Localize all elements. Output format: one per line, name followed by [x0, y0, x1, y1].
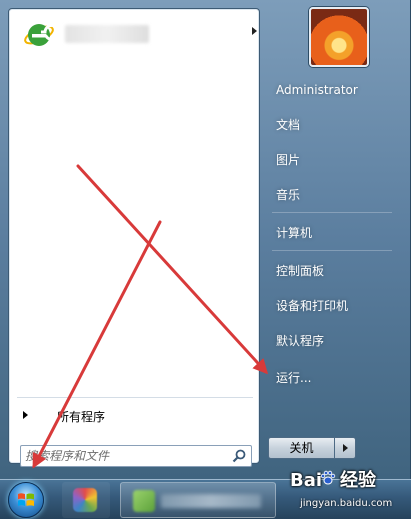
- watermark-site: jingyan.baidu.com: [300, 498, 393, 509]
- user-name-item[interactable]: Administrator: [268, 77, 398, 103]
- app-label-blurred: [161, 494, 261, 508]
- right-item-label: 文档: [276, 118, 301, 132]
- start-menu: 所有程序 Administrator 文档 图片 音乐 计算机 控制面板 设备和…: [0, 0, 411, 479]
- search-icon[interactable]: [231, 448, 247, 464]
- user-picture[interactable]: [309, 7, 369, 67]
- all-programs-label: 所有程序: [57, 410, 106, 424]
- watermark-logo-text: Bai: [290, 470, 323, 491]
- programs-pane: 所有程序: [8, 8, 260, 467]
- run-item[interactable]: 运行...: [268, 365, 398, 391]
- watermark-logo: Bai 经验: [290, 466, 408, 496]
- taskbar-app-button-active[interactable]: [120, 482, 276, 518]
- watermark-logo-text: 经验: [340, 470, 377, 491]
- default-programs-item[interactable]: 默认程序: [268, 328, 398, 354]
- search-input[interactable]: [25, 447, 225, 465]
- taskbar-app-button[interactable]: [62, 482, 110, 518]
- app-icon: [133, 490, 155, 512]
- right-item-label: 音乐: [276, 188, 301, 202]
- shutdown-label: 关机: [289, 441, 314, 455]
- documents-item[interactable]: 文档: [268, 112, 398, 138]
- right-item-label: 图片: [276, 153, 301, 167]
- right-item-label: 计算机: [276, 226, 313, 240]
- pinned-program-label-blurred: [65, 25, 149, 43]
- right-item-label: 控制面板: [276, 264, 325, 278]
- shutdown-button[interactable]: 关机: [268, 437, 335, 459]
- pinned-program-item[interactable]: [13, 15, 257, 53]
- search-box[interactable]: [20, 445, 252, 467]
- separator: [272, 250, 392, 251]
- devices-and-printers-item[interactable]: 设备和打印机: [268, 293, 398, 319]
- control-panel-item[interactable]: 控制面板: [268, 258, 398, 284]
- right-item-label: 默认程序: [276, 334, 325, 348]
- baidu-jingyan-watermark: Bai 经验 jingyan.baidu.com: [290, 466, 408, 516]
- music-item[interactable]: 音乐: [268, 182, 398, 208]
- internet-explorer-icon: [24, 23, 55, 46]
- app-icon: [73, 488, 97, 512]
- pictures-item[interactable]: 图片: [268, 147, 398, 173]
- all-programs-item[interactable]: 所有程序: [15, 405, 255, 427]
- right-item-label: 运行...: [276, 371, 312, 385]
- jump-list-arrow-icon[interactable]: [252, 27, 257, 35]
- shutdown-options-button[interactable]: [335, 437, 356, 459]
- windows-flag-icon: [18, 493, 34, 506]
- paw-icon: [320, 470, 336, 485]
- computer-item[interactable]: 计算机: [268, 220, 398, 246]
- right-item-label: Administrator: [276, 83, 358, 97]
- separator: [17, 397, 253, 398]
- start-button[interactable]: [8, 482, 44, 518]
- chevron-right-icon: [343, 444, 348, 452]
- separator: [272, 212, 392, 213]
- right-item-label: 设备和打印机: [276, 299, 349, 313]
- expand-arrow-icon: [23, 411, 28, 419]
